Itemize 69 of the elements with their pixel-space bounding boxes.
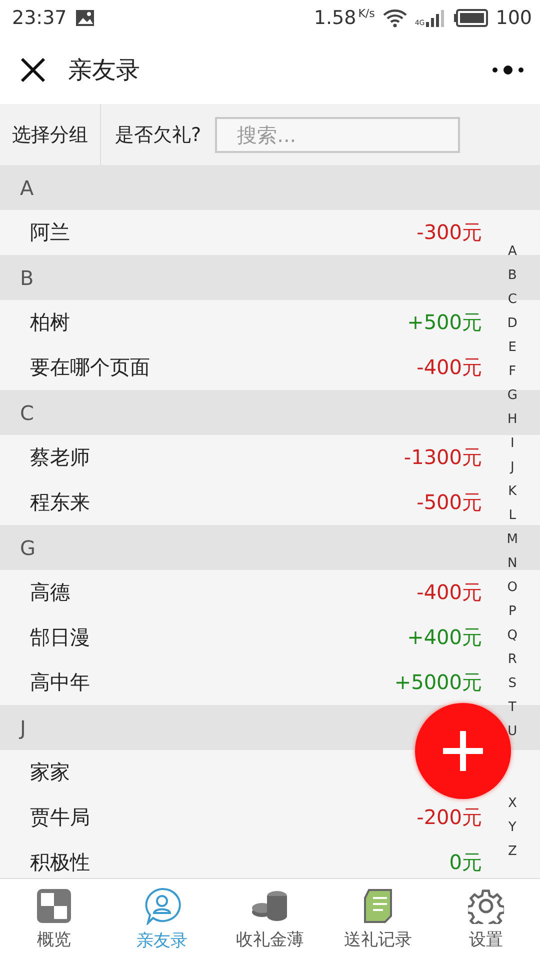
coins-icon xyxy=(250,888,290,924)
search-field[interactable]: 搜索... xyxy=(215,116,460,152)
amount: 0元 xyxy=(449,849,482,876)
network-speed: 1.58 xyxy=(314,7,356,29)
amount: +500元 xyxy=(407,309,482,336)
clock: 23:37 xyxy=(12,7,67,29)
contact-name: 阿兰 xyxy=(30,219,70,246)
wifi-icon xyxy=(382,8,407,28)
contact-name: 蔡老师 xyxy=(30,444,90,471)
battery-icon xyxy=(454,9,488,27)
index-letter[interactable]: L xyxy=(508,504,516,528)
index-letter[interactable]: C xyxy=(508,288,517,312)
index-letter[interactable]: P xyxy=(508,600,516,624)
grid-icon xyxy=(36,888,72,924)
contact-name: 要在哪个页面 xyxy=(30,354,150,381)
index-letter[interactable]: Y xyxy=(508,816,516,840)
nav-tab[interactable]: 送礼记录 xyxy=(324,879,432,960)
index-letter[interactable]: J xyxy=(510,456,514,480)
index-letter[interactable]: S xyxy=(508,672,517,696)
index-letter[interactable]: Z xyxy=(508,840,517,864)
index-letter[interactable]: B xyxy=(508,264,517,288)
nav-tab[interactable]: 设置 xyxy=(432,879,540,960)
index-letter[interactable]: M xyxy=(506,528,518,552)
close-icon[interactable] xyxy=(20,57,46,83)
contact-name: 柏树 xyxy=(30,309,70,336)
index-letter[interactable]: Q xyxy=(507,624,518,648)
plus-icon xyxy=(441,729,485,773)
speed-unit: K/s xyxy=(358,7,375,20)
nav-tab[interactable]: 收礼金薄 xyxy=(216,879,324,960)
index-letter[interactable]: X xyxy=(508,792,517,816)
battery-level: 100 xyxy=(496,7,532,29)
amount: -200元 xyxy=(416,804,482,831)
index-letter[interactable]: R xyxy=(508,648,517,672)
contact-name: 积极性 xyxy=(30,849,90,876)
settings-icon xyxy=(468,888,504,924)
amount: -1300元 xyxy=(404,444,482,471)
owed-filter[interactable]: 是否欠礼? xyxy=(101,122,216,148)
person-bubble-icon xyxy=(143,887,181,925)
section-header: A xyxy=(0,165,540,210)
amount: -400元 xyxy=(416,354,482,381)
contact-name: 程东来 xyxy=(30,489,90,516)
amount: -500元 xyxy=(416,489,482,516)
index-letter[interactable]: A xyxy=(508,240,517,264)
index-letter[interactable]: N xyxy=(508,552,518,576)
index-letter[interactable]: I xyxy=(510,432,514,456)
index-letter[interactable]: E xyxy=(508,336,516,360)
index-letter[interactable]: F xyxy=(508,360,516,384)
index-letter[interactable]: O xyxy=(507,576,518,600)
document-icon xyxy=(361,888,395,924)
index-letter[interactable]: K xyxy=(508,480,517,504)
contact-name: 高中年 xyxy=(30,669,90,696)
amount: +5000元 xyxy=(394,669,482,696)
index-letter[interactable]: H xyxy=(508,408,518,432)
contact-name: 高德 xyxy=(30,579,70,606)
more-icon[interactable] xyxy=(492,65,524,75)
amount: -300元 xyxy=(416,219,482,246)
index-letter[interactable]: U xyxy=(508,720,518,744)
amount: +400元 xyxy=(407,624,482,651)
contact-name: 家家 xyxy=(30,759,70,786)
index-letter[interactable]: D xyxy=(507,312,518,336)
image-icon xyxy=(74,9,95,27)
contact-name: 郜日漫 xyxy=(30,624,90,651)
contact-name: 贾牛局 xyxy=(30,804,90,831)
nav-tab[interactable]: 概览 xyxy=(0,879,108,960)
page-title: 亲友录 xyxy=(68,55,141,86)
amount: -400元 xyxy=(416,579,482,606)
index-letter[interactable]: T xyxy=(508,696,516,720)
index-letter[interactable]: G xyxy=(507,384,518,408)
signal-icon xyxy=(426,9,446,27)
